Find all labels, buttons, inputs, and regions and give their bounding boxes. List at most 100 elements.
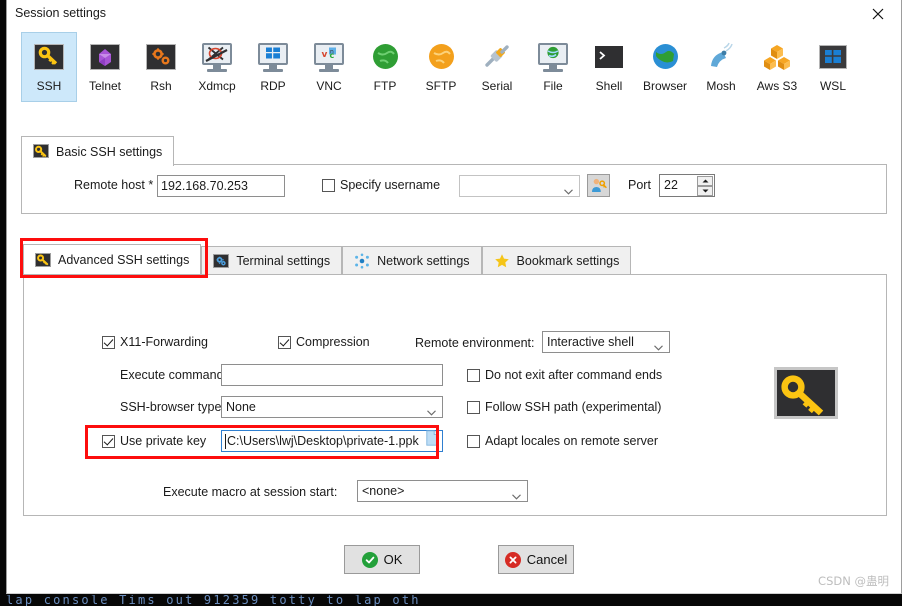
session-type-vnc[interactable]: v n c VNC (301, 32, 357, 102)
session-type-wsl[interactable]: WSL (805, 32, 861, 102)
compression-checkbox[interactable]: Compression (278, 335, 370, 349)
remote-environment-label: Remote environment: (415, 336, 535, 350)
use-private-key-box (102, 434, 115, 448)
session-type-file[interactable]: File (525, 32, 581, 102)
remote-host-label: Remote host * (74, 178, 154, 192)
session-type-shell[interactable]: Shell (581, 32, 637, 102)
session-type-label: SSH (36, 79, 62, 93)
session-type-serial[interactable]: Serial (469, 32, 525, 102)
tab-basic-ssh-settings[interactable]: Basic SSH settings (21, 136, 175, 166)
session-type-label: RDP (260, 79, 286, 93)
key-icon (35, 252, 51, 268)
session-type-telnet[interactable]: Telnet (77, 32, 133, 102)
screen: lap console Tims out 912359 totty to lap… (0, 0, 902, 606)
browser-globe-icon (649, 41, 681, 73)
basic-settings-panel: Remote host * Specify username (21, 164, 887, 214)
session-type-xdmcp[interactable]: Xdmcp (189, 32, 245, 102)
network-icon (354, 253, 370, 269)
execute-command-label: Execute command: (120, 368, 227, 382)
private-key-path-value: C:\Users\lwj\Desktop\private-1.ppk (227, 434, 419, 448)
do-not-exit-box (467, 368, 480, 382)
username-combo[interactable] (459, 175, 580, 197)
tab-label: Bookmark settings (516, 253, 620, 268)
do-not-exit-label: Do not exit after command ends (485, 368, 663, 382)
chevron-down-icon (427, 405, 436, 419)
remote-host-input[interactable] (157, 175, 285, 197)
port-spinner[interactable] (697, 176, 713, 196)
tab-label: Advanced SSH settings (58, 252, 190, 267)
check-circle-icon (361, 551, 378, 568)
x11-forwarding-checkbox[interactable]: X11-Forwarding (102, 335, 208, 349)
tab-label: Network settings (377, 253, 470, 268)
session-type-label: Serial (481, 79, 513, 93)
ssh-key-icon (33, 41, 65, 73)
session-type-sftp[interactable]: SFTP (413, 32, 469, 102)
text-caret (225, 433, 226, 449)
session-type-label: Shell (595, 79, 623, 93)
use-private-key-checkbox[interactable]: Use private key (102, 434, 206, 448)
dialog-titlebar: Session settings (7, 0, 901, 28)
port-spin-up[interactable] (697, 176, 713, 186)
specify-username-checkbox[interactable]: Specify username (322, 178, 440, 192)
svg-text:v: v (322, 50, 328, 60)
session-type-label: Aws S3 (756, 79, 798, 93)
xdmcp-icon (201, 41, 233, 73)
ftp-globe-icon (369, 41, 401, 73)
tab-label: Terminal settings (236, 253, 331, 268)
session-type-rdp[interactable]: RDP (245, 32, 301, 102)
session-type-label: VNC (316, 79, 342, 93)
session-type-label: File (543, 79, 563, 93)
execute-macro-label: Execute macro at session start: (163, 485, 338, 499)
ssh-browser-type-combo[interactable]: None (221, 396, 443, 418)
session-type-aws-s3[interactable]: Aws S3 (749, 32, 805, 102)
file-monitor-icon (537, 41, 569, 73)
tab-network-settings[interactable]: Network settings (342, 246, 482, 274)
private-key-path-input[interactable]: C:\Users\lwj\Desktop\private-1.ppk (221, 430, 443, 452)
session-type-browser[interactable]: Browser (637, 32, 693, 102)
session-type-label: Xdmcp (198, 79, 236, 93)
do-not-exit-checkbox[interactable]: Do not exit after command ends (467, 368, 662, 382)
compression-box (278, 335, 291, 349)
execute-command-input[interactable] (221, 364, 443, 386)
session-type-ftp[interactable]: FTP (357, 32, 413, 102)
execute-macro-value: <none> (362, 484, 405, 498)
remote-environment-combo[interactable]: Interactive shell (542, 331, 670, 353)
adapt-locales-checkbox[interactable]: Adapt locales on remote server (467, 434, 658, 448)
port-label: Port (628, 178, 651, 192)
follow-ssh-path-checkbox[interactable]: Follow SSH path (experimental) (467, 400, 661, 414)
port-stepper[interactable]: 22 (659, 174, 715, 197)
dialog-title: Session settings (15, 6, 107, 20)
session-type-label: SFTP (425, 79, 457, 93)
session-type-ssh[interactable]: SSH (21, 32, 77, 102)
close-icon[interactable] (855, 0, 901, 28)
ok-button[interactable]: OK (344, 545, 420, 574)
session-type-bar: SSH Telnet Rsh Xdmcp RDP v n c VNC FTP SFTP Serial F… (7, 28, 901, 110)
rsh-gears-icon (145, 41, 177, 73)
port-value: 22 (664, 178, 678, 192)
large-key-icon (774, 367, 838, 419)
tab-basic-ssh-settings-label: Basic SSH settings (56, 144, 163, 159)
session-type-mosh[interactable]: Mosh (693, 32, 749, 102)
wsl-windows-icon (817, 41, 849, 73)
session-type-label: Browser (642, 79, 687, 93)
specify-username-box (322, 178, 335, 192)
port-spin-down[interactable] (697, 186, 713, 196)
cancel-button[interactable]: Cancel (498, 545, 574, 574)
aws-s3-cubes-icon (761, 41, 793, 73)
chevron-down-icon (564, 184, 573, 198)
chevron-down-icon (654, 340, 663, 354)
vnc-icon: vnc (313, 41, 345, 73)
adapt-locales-box (467, 434, 480, 448)
ssh-browser-type-label: SSH-browser type: (120, 400, 225, 414)
execute-macro-combo[interactable]: <none> (357, 480, 528, 502)
remote-environment-value: Interactive shell (547, 335, 634, 349)
session-type-rsh[interactable]: Rsh (133, 32, 189, 102)
tab-bookmark-settings[interactable]: Bookmark settings (481, 246, 632, 274)
file-browse-icon[interactable] (426, 430, 439, 452)
tab-advanced-ssh-settings[interactable]: Advanced SSH settings (23, 244, 202, 274)
tab-terminal-settings[interactable]: Terminal settings (201, 246, 343, 274)
settings-tabstrip: Advanced SSH settings Terminal settings Ne… (23, 244, 632, 274)
basic-settings-tabstrip: Basic SSH settings (21, 136, 175, 166)
user-key-button[interactable] (587, 174, 610, 197)
terminal-icon (213, 253, 230, 269)
